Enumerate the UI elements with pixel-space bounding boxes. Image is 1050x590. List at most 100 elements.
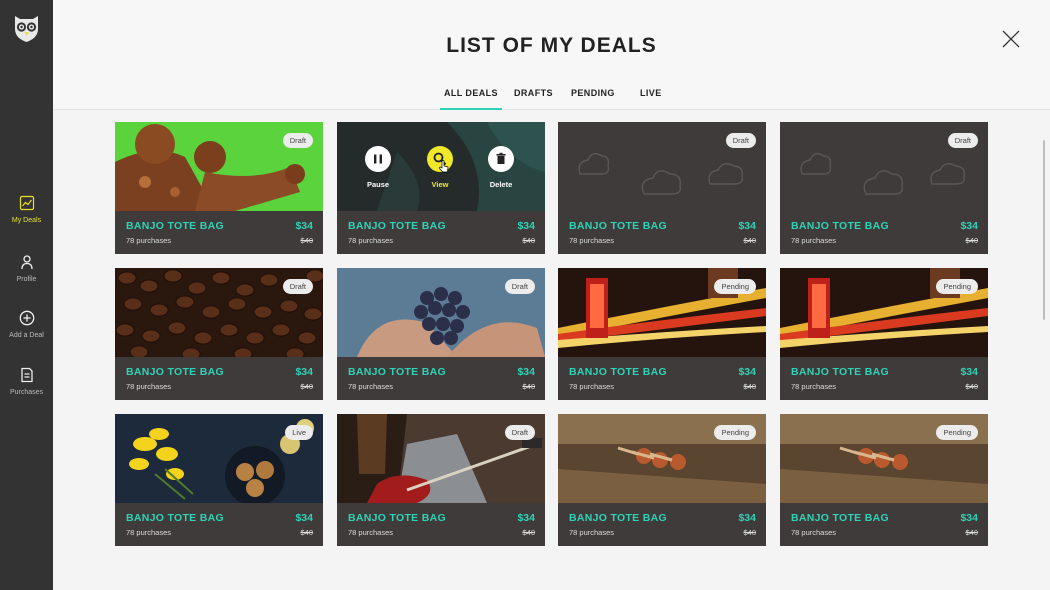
deal-old-price: $40 — [300, 382, 313, 391]
status-badge: Draft — [282, 279, 313, 294]
deal-purchases: 78 purchases — [348, 236, 394, 245]
deal-price: $34 — [738, 512, 756, 524]
deal-title: BANJO TOTE BAG — [569, 220, 667, 232]
deal-price: $34 — [517, 366, 535, 378]
status-badge: Draft — [282, 133, 313, 148]
status-badge: Pending — [714, 279, 756, 294]
status-badge: Pending — [714, 425, 756, 440]
document-icon — [20, 367, 33, 383]
sidebar: My Deals Profile Add a Deal Purchases — [0, 0, 53, 590]
sidebar-item-label: My Deals — [11, 217, 42, 224]
status-badge: Draft — [504, 425, 535, 440]
plus-circle-icon — [19, 310, 34, 326]
deal-title: BANJO TOTE BAG — [348, 220, 446, 232]
deal-card[interactable]: Pending BANJO TOTE BAG 78 purchases $34 … — [558, 414, 766, 546]
deal-card[interactable]: Draft BANJO TOTE BAG 78 purchases $34 $4… — [780, 122, 988, 254]
deal-card[interactable]: Draft BANJO TOTE BAG 78 purchases $34 $4… — [337, 268, 545, 400]
deal-card[interactable]: Draft BANJO TOTE BAG 78 purchases $34 $4… — [558, 122, 766, 254]
deal-card[interactable]: Pending BANJO TOTE BAG 78 purchases $34 … — [780, 414, 988, 546]
deal-purchases: 78 purchases — [126, 236, 172, 245]
deal-purchases: 78 purchases — [348, 528, 394, 537]
deal-card[interactable]: Pause View Delete BANJO TOTE BAG 78 purc… — [337, 122, 545, 254]
sidebar-item-purchases[interactable]: Purchases — [0, 367, 53, 396]
deal-old-price: $40 — [743, 236, 756, 245]
sidebar-item-label: Add a Deal — [9, 332, 44, 339]
tab-bar: ALL DEALS DRAFTS PENDING LIVE — [53, 88, 1050, 110]
deal-old-price: $40 — [743, 382, 756, 391]
deal-title: BANJO TOTE BAG — [126, 366, 224, 378]
pause-label: Pause — [366, 180, 390, 189]
deal-price: $34 — [960, 220, 978, 232]
deal-card[interactable]: Pending BANJO TOTE BAG 78 purchases $34 … — [780, 268, 988, 400]
deal-old-price: $40 — [743, 528, 756, 537]
status-badge: Draft — [725, 133, 756, 148]
pause-button[interactable]: Pause — [353, 146, 403, 189]
deal-old-price: $40 — [965, 528, 978, 537]
deal-old-price: $40 — [300, 236, 313, 245]
sidebar-item-profile[interactable]: Profile — [0, 254, 53, 283]
deal-purchases: 78 purchases — [569, 236, 615, 245]
tab-pending[interactable]: PENDING — [571, 88, 615, 110]
page-title: LIST OF MY DEALS — [446, 34, 657, 57]
deal-title: BANJO TOTE BAG — [791, 366, 889, 378]
card-hover-overlay: Pause View Delete — [337, 122, 545, 211]
deal-price: $34 — [295, 512, 313, 524]
deal-price: $34 — [517, 512, 535, 524]
deal-card[interactable]: Draft BANJO TOTE BAG 78 purchases $34 $4… — [337, 414, 545, 546]
deal-purchases: 78 purchases — [569, 382, 615, 391]
deal-title: BANJO TOTE BAG — [126, 512, 224, 524]
header: LIST OF MY DEALS ALL DEALS DRAFTS PENDIN… — [53, 0, 1050, 110]
deal-card[interactable]: Draft BANJO TOTE BAG 78 purchases $34 $4… — [115, 268, 323, 400]
sidebar-item-add-deal[interactable]: Add a Deal — [0, 310, 53, 339]
pause-icon — [365, 146, 391, 172]
status-badge: Draft — [947, 133, 978, 148]
deal-purchases: 78 purchases — [348, 382, 394, 391]
deal-purchases: 78 purchases — [791, 528, 837, 537]
deal-price: $34 — [960, 512, 978, 524]
deal-price: $34 — [295, 220, 313, 232]
deal-title: BANJO TOTE BAG — [126, 220, 224, 232]
person-icon — [20, 255, 33, 270]
deal-title: BANJO TOTE BAG — [791, 512, 889, 524]
sidebar-item-my-deals[interactable]: My Deals — [0, 195, 53, 224]
status-badge: Draft — [504, 279, 535, 294]
deal-price: $34 — [738, 366, 756, 378]
deal-old-price: $40 — [965, 382, 978, 391]
delete-label: Delete — [489, 180, 513, 189]
deal-card[interactable]: Pending BANJO TOTE BAG 78 purchases $34 … — [558, 268, 766, 400]
deal-card[interactable]: Live BANJO TOTE BAG 78 purchases $34 $40 — [115, 414, 323, 546]
deal-purchases: 78 purchases — [791, 236, 837, 245]
chart-icon — [19, 195, 34, 211]
deal-title: BANJO TOTE BAG — [791, 220, 889, 232]
status-badge: Pending — [936, 425, 978, 440]
deal-purchases: 78 purchases — [569, 528, 615, 537]
tab-drafts[interactable]: DRAFTS — [514, 88, 553, 110]
tab-all-deals[interactable]: ALL DEALS — [440, 88, 502, 110]
deal-title: BANJO TOTE BAG — [569, 512, 667, 524]
deal-price: $34 — [738, 220, 756, 232]
deal-old-price: $40 — [522, 236, 535, 245]
deal-title: BANJO TOTE BAG — [348, 366, 446, 378]
deal-title: BANJO TOTE BAG — [348, 512, 446, 524]
status-badge: Live — [285, 425, 313, 440]
deal-card[interactable]: Draft BANJO TOTE BAG 78 purchases $34 $4… — [115, 122, 323, 254]
tab-live[interactable]: LIVE — [640, 88, 662, 110]
deal-old-price: $40 — [522, 528, 535, 537]
owl-logo-icon[interactable] — [12, 13, 41, 43]
deal-old-price: $40 — [965, 236, 978, 245]
pointer-cursor-icon — [439, 160, 449, 173]
view-label: View — [431, 180, 449, 189]
vertical-scrollbar[interactable] — [1043, 140, 1045, 320]
deal-price: $34 — [960, 366, 978, 378]
deal-old-price: $40 — [522, 382, 535, 391]
sidebar-item-label: Purchases — [9, 389, 44, 396]
deal-purchases: 78 purchases — [126, 528, 172, 537]
trash-icon — [488, 146, 514, 172]
deal-purchases: 78 purchases — [126, 382, 172, 391]
deal-title: BANJO TOTE BAG — [569, 366, 667, 378]
status-badge: Pending — [936, 279, 978, 294]
delete-button[interactable]: Delete — [476, 146, 526, 189]
deal-purchases: 78 purchases — [791, 382, 837, 391]
close-icon[interactable] — [1001, 29, 1021, 49]
deal-price: $34 — [295, 366, 313, 378]
